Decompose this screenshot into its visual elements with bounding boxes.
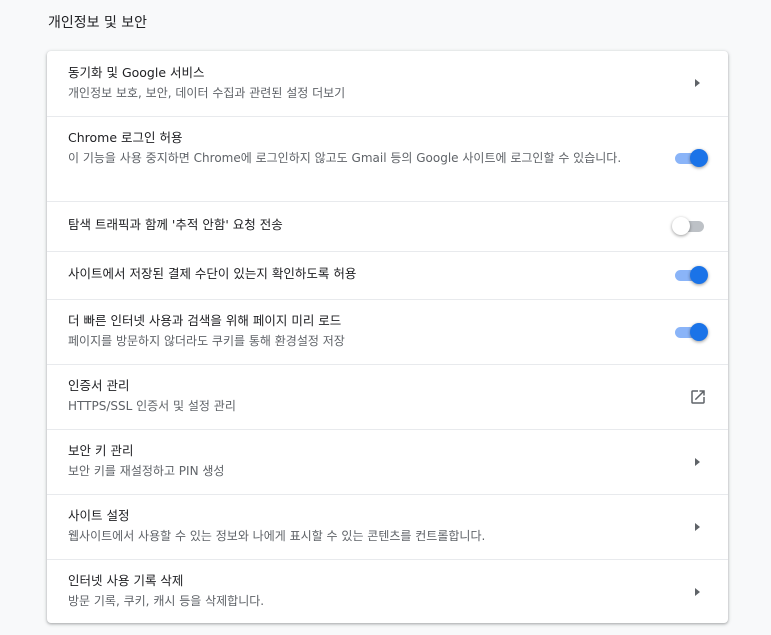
do-not-track-row[interactable]: 탐색 트래픽과 함께 '추적 안함' 요청 전송: [47, 201, 728, 251]
row-label: 보안 키 관리: [68, 443, 134, 458]
toggle-knob: [672, 217, 690, 235]
row-sublabel: 보안 키를 재설정하고 PIN 생성: [68, 464, 225, 478]
row-label: 동기화 및 Google 서비스: [68, 65, 205, 80]
preload-pages-row[interactable]: 더 빠른 인터넷 사용과 검색을 위해 페이지 미리 로드 페이지를 방문하지 …: [47, 299, 728, 364]
row-label: 탐색 트래픽과 함께 '추적 안함' 요청 전송: [68, 217, 283, 232]
open-in-new-icon[interactable]: [689, 388, 707, 406]
chevron-right-icon[interactable]: [695, 458, 700, 466]
sync-google-services-row[interactable]: 동기화 및 Google 서비스 개인정보 보호, 보안, 데이터 수집과 관련…: [47, 51, 728, 115]
row-label: 인터넷 사용 기록 삭제: [68, 573, 184, 588]
security-keys-row[interactable]: 보안 키 관리 보안 키를 재설정하고 PIN 생성: [47, 429, 728, 494]
toggle-knob: [690, 149, 708, 167]
chrome-signin-row[interactable]: Chrome 로그인 허용 이 기능을 사용 중지하면 Chrome에 로그인하…: [47, 116, 728, 200]
chevron-right-icon[interactable]: [695, 588, 700, 596]
clear-browsing-data-row[interactable]: 인터넷 사용 기록 삭제 방문 기록, 쿠키, 캐시 등을 삭제합니다.: [47, 559, 728, 623]
payment-methods-row[interactable]: 사이트에서 저장된 결제 수단이 있는지 확인하도록 허용: [47, 251, 728, 299]
row-sublabel: 이 기능을 사용 중지하면 Chrome에 로그인하지 않고도 Gmail 등의…: [68, 151, 622, 165]
row-label: 더 빠른 인터넷 사용과 검색을 위해 페이지 미리 로드: [68, 313, 342, 328]
manage-certificates-row[interactable]: 인증서 관리 HTTPS/SSL 인증서 및 설정 관리: [47, 364, 728, 429]
row-sublabel: 개인정보 보호, 보안, 데이터 수집과 관련된 설정 더보기: [68, 86, 346, 100]
row-label: 인증서 관리: [68, 378, 130, 393]
toggle-knob: [690, 323, 708, 341]
row-sublabel: 웹사이트에서 사용할 수 있는 정보와 나에게 표시할 수 있는 콘텐츠를 컨트…: [68, 529, 486, 543]
chevron-right-icon[interactable]: [695, 79, 700, 87]
privacy-security-card: 동기화 및 Google 서비스 개인정보 보호, 보안, 데이터 수집과 관련…: [47, 51, 728, 623]
toggle-knob: [690, 266, 708, 284]
section-title: 개인정보 및 보안: [48, 15, 148, 31]
row-label: 사이트에서 저장된 결제 수단이 있는지 확인하도록 허용: [68, 266, 357, 281]
preload-pages-toggle[interactable]: [673, 322, 708, 342]
row-sublabel: 방문 기록, 쿠키, 캐시 등을 삭제합니다.: [68, 594, 265, 608]
chevron-right-icon[interactable]: [695, 523, 700, 531]
row-sublabel: HTTPS/SSL 인증서 및 설정 관리: [68, 399, 236, 413]
site-settings-row[interactable]: 사이트 설정 웹사이트에서 사용할 수 있는 정보와 나에게 표시할 수 있는 …: [47, 494, 728, 559]
row-sublabel: 페이지를 방문하지 않더라도 쿠키를 통해 환경설정 저장: [68, 334, 345, 348]
row-label: 사이트 설정: [68, 508, 130, 523]
chrome-signin-toggle[interactable]: [673, 148, 708, 168]
payment-methods-toggle[interactable]: [673, 265, 708, 285]
row-label: Chrome 로그인 허용: [68, 130, 183, 145]
do-not-track-toggle[interactable]: [672, 216, 707, 236]
